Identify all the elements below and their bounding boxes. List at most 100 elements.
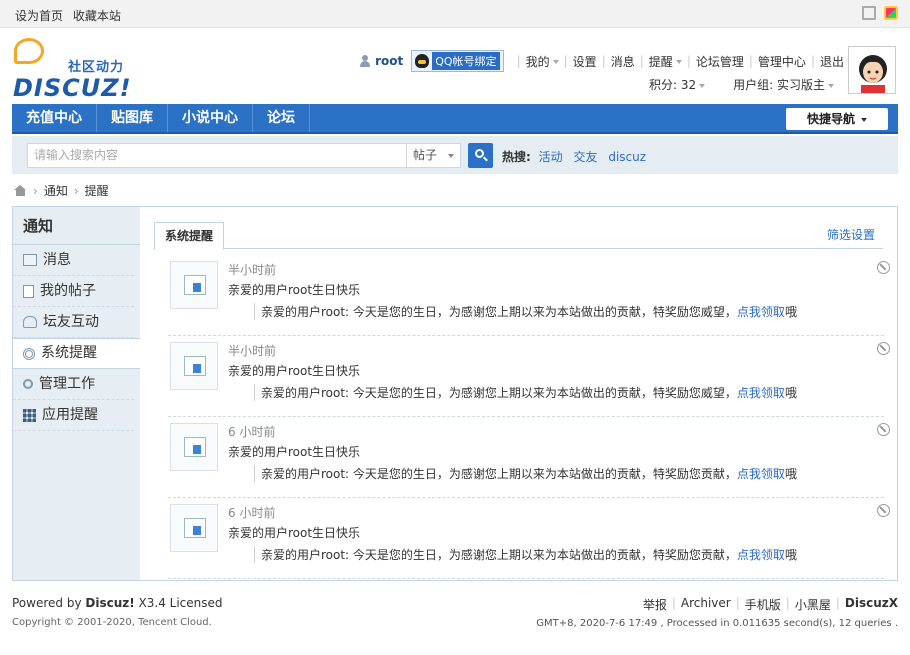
notice-message: 亲爱的用户root生日快乐 [228, 283, 361, 297]
sidebar-title: 通知 [13, 207, 140, 245]
search-bar: 请输入搜索内容 帖子 热搜: 活动 交友 discuz [12, 136, 898, 174]
powered-brand[interactable]: Discuz! [85, 596, 134, 610]
menu-admin-center[interactable]: 管理中心 [758, 53, 806, 70]
menu-settings[interactable]: 设置 [573, 53, 597, 70]
logo-bubble-icon [14, 38, 44, 64]
sidebar-item-label: 系统提醒 [41, 345, 97, 361]
quick-nav-button[interactable]: 快捷导航 [786, 108, 888, 130]
mail-icon [23, 254, 37, 266]
quick-nav-label: 快捷导航 [806, 112, 855, 126]
menu-logout[interactable]: 退出 [820, 53, 844, 70]
menu-mine-label: 我的 [525, 54, 550, 69]
sidebar-item-interaction[interactable]: 坛友互动 [13, 307, 134, 338]
sidebar-item-admin-work[interactable]: 管理工作 [13, 369, 134, 400]
hot-keyword[interactable]: 活动 [539, 150, 563, 164]
sidebar-item-label: 消息 [43, 251, 71, 268]
notice-detail: 亲爱的用户root: 今天是您的生日，为感谢您上期以来为本站做出的贡献，特奖励您… [254, 546, 797, 563]
notice-app-icon [170, 423, 218, 471]
notice-detail: 亲爱的用户root: 今天是您的生日，为感谢您上期以来为本站做出的贡献，特奖励您… [254, 465, 797, 482]
delete-icon[interactable] [877, 423, 890, 436]
footer-link-mobile[interactable]: 手机版 [745, 596, 781, 613]
user-group-link[interactable]: 用户组: 实习版主 [733, 76, 834, 93]
delete-icon[interactable] [877, 261, 890, 274]
menu-reminders[interactable]: 提醒 [649, 53, 682, 70]
sidebar-item-label: 坛友互动 [43, 313, 99, 330]
hot-search-label: 热搜: [502, 150, 531, 164]
powered-prefix: Powered by [12, 596, 86, 610]
chevron-down-icon [552, 60, 559, 64]
notice-detail: 亲爱的用户root: 今天是您的生日，为感谢您上期以来为本站做出的贡献，特奖励您… [254, 384, 797, 401]
avatar[interactable] [848, 46, 896, 94]
footer-gmt: GMT+8, 2020-7-6 17:49 , Processed in 0.0… [536, 618, 898, 629]
footer-link-blacklist[interactable]: 小黑屋 [795, 596, 831, 613]
notice-item: 半小时前 亲爱的用户root生日快乐 亲爱的用户root: 今天是您的生日，为感… [168, 336, 890, 417]
notice-time: 6 小时前 [228, 506, 276, 520]
sidebar-item-label: 应用提醒 [42, 406, 98, 423]
menu-messages[interactable]: 消息 [611, 53, 635, 70]
nav-item-novel[interactable]: 小说中心 [168, 104, 253, 132]
search-button[interactable] [468, 143, 493, 168]
user-stats: 积分: 32 用户组: 实习版主 [649, 76, 834, 93]
delete-icon[interactable] [877, 342, 890, 355]
hot-keyword[interactable]: discuz [608, 150, 646, 164]
notice-message: 亲爱的用户root生日快乐 [228, 526, 361, 540]
claim-link[interactable]: 点我领取 [737, 386, 785, 400]
breadcrumb-reminder[interactable]: 提醒 [85, 182, 109, 199]
notice-detail-tail: 哦 [784, 305, 797, 319]
main-panel: 通知 消息 我的帖子 坛友互动 系统提醒 管理工作 应用提醒 系统提醒 筛选设置… [12, 206, 898, 581]
notice-message: 亲爱的用户root生日快乐 [228, 364, 361, 378]
chevron-down-icon [675, 60, 682, 64]
claim-link[interactable]: 点我领取 [737, 467, 785, 481]
main-nav: 充值中心 贴图库 小说中心 论坛 快捷导航 [12, 104, 898, 134]
notice-detail-tail: 哦 [784, 386, 797, 400]
footer-link-discuzx[interactable]: DiscuzX [845, 596, 898, 613]
breadcrumb: › 通知 › 提醒 [14, 182, 109, 199]
filter-settings-link[interactable]: 筛选设置 [827, 226, 875, 243]
theme-color-icon[interactable] [884, 6, 898, 20]
notice-time: 半小时前 [228, 263, 277, 277]
credits-link[interactable]: 积分: 32 [649, 76, 706, 93]
qq-penguin-icon [415, 54, 430, 68]
powered-suffix: X3.4 Licensed [134, 596, 223, 610]
username-link[interactable]: root [375, 54, 403, 68]
tab-system-reminder[interactable]: 系统提醒 [154, 222, 225, 250]
search-input[interactable]: 请输入搜索内容 [27, 143, 407, 168]
notice-item: 半小时前 亲爱的用户root生日快乐 亲爱的用户root: 今天是您的生日，为感… [168, 255, 890, 336]
breadcrumb-notice[interactable]: 通知 [44, 182, 68, 199]
nav-item-gallery[interactable]: 贴图库 [97, 104, 168, 132]
search-type-select[interactable]: 帖子 [407, 143, 461, 168]
top-bar: 设为首页 收藏本站 [0, 0, 910, 28]
notice-message: 亲爱的用户root生日快乐 [228, 445, 361, 459]
user-icon [359, 55, 371, 67]
footer: Powered by Discuz! X3.4 Licensed Copyrig… [12, 596, 898, 629]
notice-detail-tail: 哦 [784, 548, 797, 562]
tab-bar: 系统提醒 筛选设置 [154, 221, 883, 250]
home-icon[interactable] [14, 185, 27, 196]
user-menu: root QQ帐号绑定 | 我的 | 设置 | 消息 | 提醒 | 论坛管理 |… [359, 50, 844, 72]
set-home-link[interactable]: 设为首页 [15, 9, 63, 23]
menu-mine[interactable]: 我的 [526, 53, 559, 70]
hot-keyword[interactable]: 交友 [573, 150, 597, 164]
site-logo[interactable]: 社区动力 DISCUZ! [12, 36, 142, 102]
sidebar-item-my-posts[interactable]: 我的帖子 [13, 276, 134, 307]
sidebar-item-messages[interactable]: 消息 [13, 245, 134, 276]
user-group-label: 用户组: 实习版主 [733, 78, 825, 92]
footer-link-report[interactable]: 举报 [643, 596, 667, 613]
sidebar-item-system-reminder[interactable]: 系统提醒 [13, 338, 140, 369]
menu-reminders-label: 提醒 [648, 54, 673, 69]
notice-time: 6 小时前 [228, 425, 276, 439]
delete-icon[interactable] [877, 504, 890, 517]
sidebar-item-app-reminder[interactable]: 应用提醒 [13, 400, 134, 431]
footer-link-archiver[interactable]: Archiver [681, 596, 731, 613]
bookmark-link[interactable]: 收藏本站 [73, 9, 121, 23]
menu-forum-admin[interactable]: 论坛管理 [696, 53, 744, 70]
claim-link[interactable]: 点我领取 [737, 548, 785, 562]
nav-item-recharge[interactable]: 充值中心 [12, 104, 97, 132]
avatar-image [849, 47, 895, 93]
notice-app-icon [170, 504, 218, 552]
claim-link[interactable]: 点我领取 [737, 305, 785, 319]
nav-item-forum[interactable]: 论坛 [253, 104, 310, 132]
qq-bind-button[interactable]: QQ帐号绑定 [411, 50, 504, 72]
notice-app-icon [170, 342, 218, 390]
fullscreen-icon[interactable] [862, 6, 876, 20]
